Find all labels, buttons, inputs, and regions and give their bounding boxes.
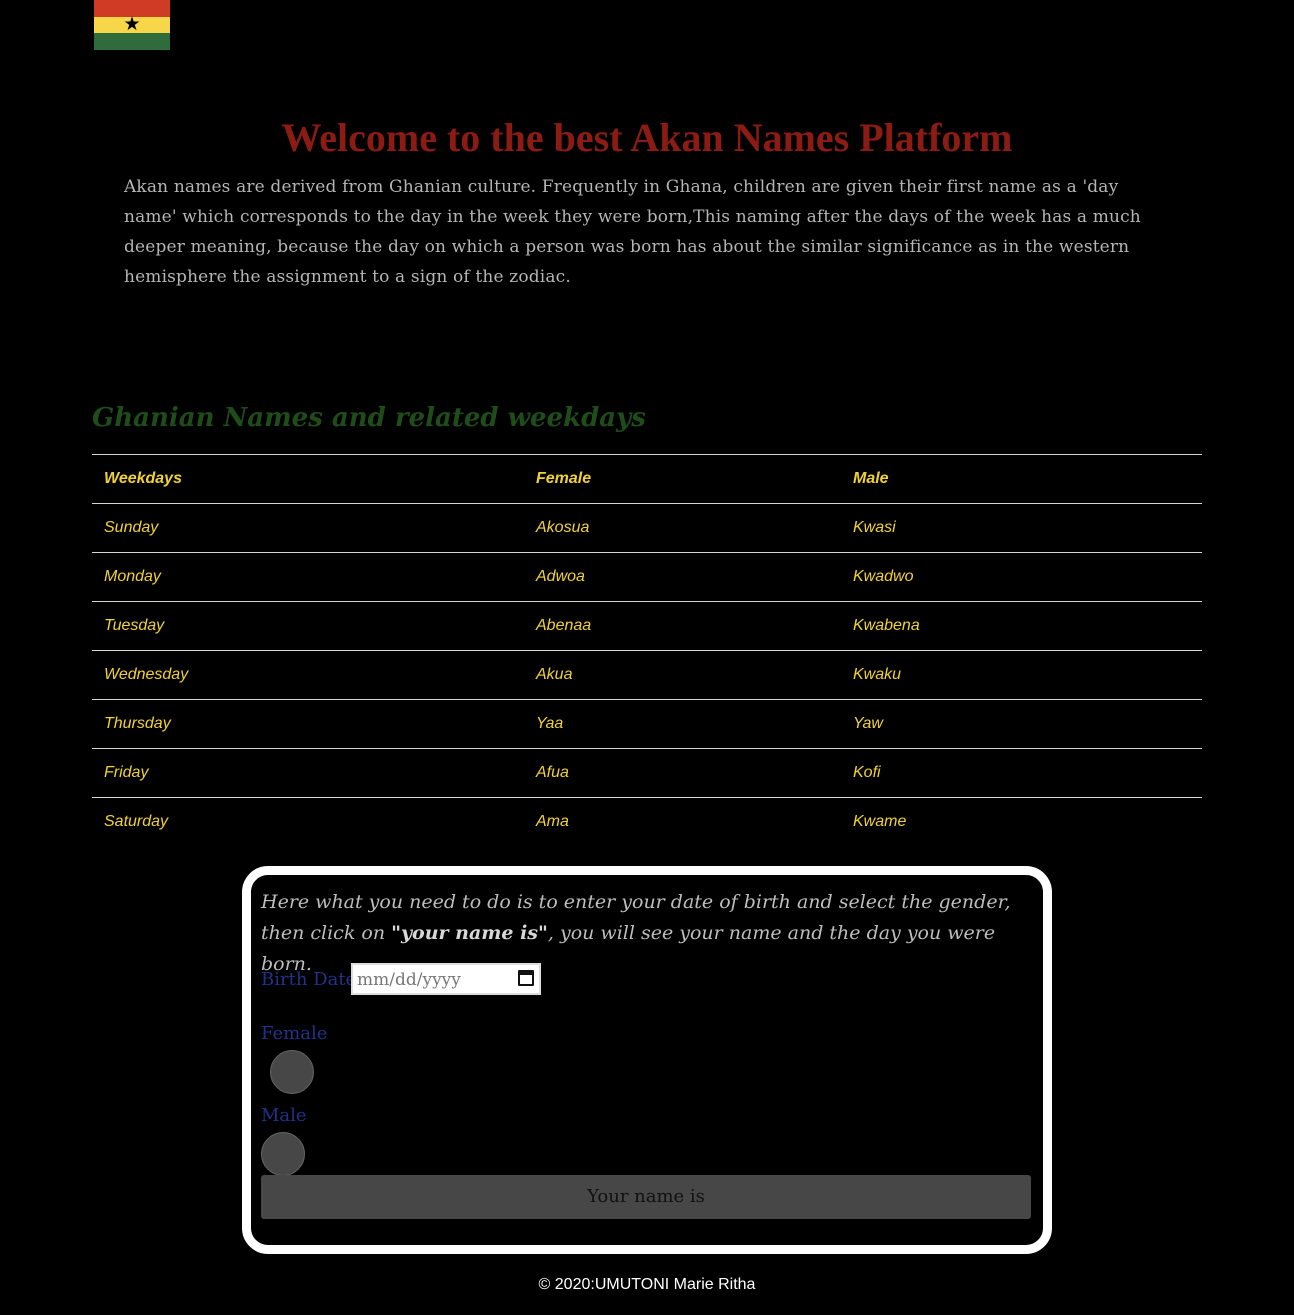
header-female: Female <box>524 454 841 504</box>
male-radio[interactable] <box>261 1132 305 1176</box>
male-name-cell: Kwabena <box>841 601 1202 651</box>
header-weekdays: Weekdays <box>92 454 524 504</box>
names-section-title: Ghanian Names and related weekdays <box>92 403 646 433</box>
male-name-cell: Yaw <box>841 699 1202 749</box>
flag-green-stripe <box>94 33 170 50</box>
male-name-cell: Kofi <box>841 748 1202 798</box>
male-name-cell: Kwaku <box>841 650 1202 700</box>
date-placeholder: mm/dd/yyyy <box>357 970 461 990</box>
female-name-cell: Yaa <box>524 699 841 749</box>
weekday-cell: Sunday <box>92 503 524 553</box>
female-name-cell: Afua <box>524 748 841 798</box>
table-row: Wednesday Akua Kwaku <box>92 650 1202 700</box>
male-name-cell: Kwame <box>841 797 1202 846</box>
birth-date-label: Birth Date <box>261 969 357 990</box>
male-label: Male <box>261 1105 307 1126</box>
names-table: Weekdays Female Male Sunday Akosua Kwasi… <box>92 454 1202 846</box>
akan-name-form: Here what you need to do is to enter you… <box>242 866 1052 1254</box>
female-name-cell: Abenaa <box>524 601 841 651</box>
table-row: Tuesday Abenaa Kwabena <box>92 601 1202 651</box>
table-row: Saturday Ama Kwame <box>92 797 1202 846</box>
weekday-cell: Saturday <box>92 797 524 846</box>
instructions-button-ref: "your name is" <box>391 922 548 944</box>
ghana-flag-icon: ★ <box>94 0 170 50</box>
birth-date-input[interactable]: mm/dd/yyyy <box>351 963 541 995</box>
female-label: Female <box>261 1023 328 1044</box>
calendar-icon[interactable] <box>518 970 534 986</box>
your-name-is-button[interactable]: Your name is <box>261 1175 1031 1219</box>
weekday-cell: Friday <box>92 748 524 798</box>
flag-gold-stripe: ★ <box>94 13 170 36</box>
intro-paragraph: Akan names are derived from Ghanian cult… <box>124 177 1141 287</box>
page-title: Welcome to the best Akan Names Platform <box>281 115 1013 160</box>
footer-copyright: © 2020:UMUTONI Marie Ritha <box>538 1276 756 1293</box>
table-row: Friday Afua Kofi <box>92 748 1202 798</box>
male-name-cell: Kwadwo <box>841 552 1202 602</box>
female-name-cell: Akua <box>524 650 841 700</box>
weekday-cell: Thursday <box>92 699 524 749</box>
female-radio[interactable] <box>270 1050 314 1094</box>
table-row: Sunday Akosua Kwasi <box>92 503 1202 553</box>
table-row: Monday Adwoa Kwadwo <box>92 552 1202 602</box>
table-header-row: Weekdays Female Male <box>92 454 1202 504</box>
header-male: Male <box>841 454 1202 504</box>
star-icon: ★ <box>123 13 141 36</box>
weekday-cell: Wednesday <box>92 650 524 700</box>
female-name-cell: Adwoa <box>524 552 841 602</box>
female-name-cell: Akosua <box>524 503 841 553</box>
male-name-cell: Kwasi <box>841 503 1202 553</box>
table-row: Thursday Yaa Yaw <box>92 699 1202 749</box>
female-name-cell: Ama <box>524 797 841 846</box>
weekday-cell: Tuesday <box>92 601 524 651</box>
weekday-cell: Monday <box>92 552 524 602</box>
